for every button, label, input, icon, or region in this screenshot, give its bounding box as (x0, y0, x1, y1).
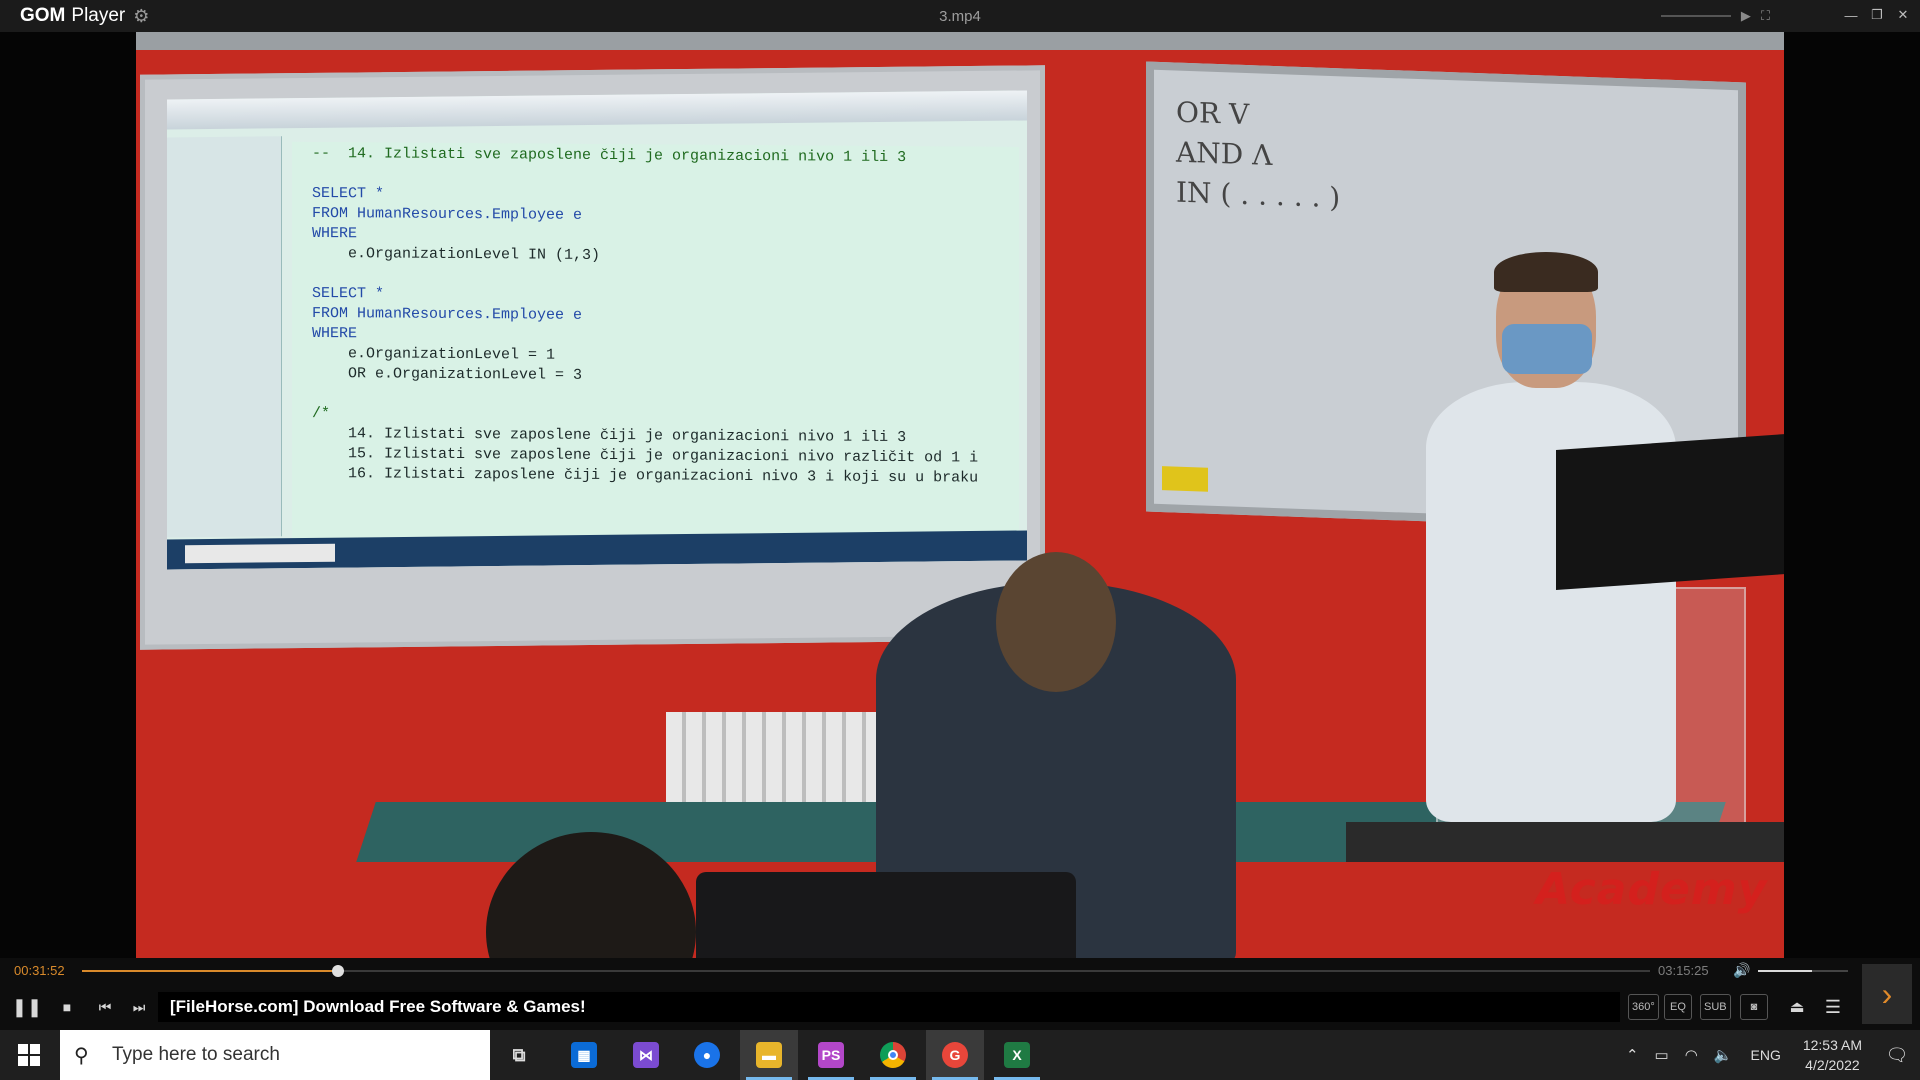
task-view-button[interactable]: ⧉ (490, 1030, 548, 1080)
previous-button[interactable]: ⏮ (92, 994, 118, 1020)
chevron-up-icon[interactable]: ⌃ (1626, 1046, 1639, 1064)
mini-fullscreen-icon[interactable]: ⛶ (1761, 8, 1770, 24)
restore-button[interactable]: ❐ (1866, 4, 1888, 26)
ssms-object-explorer (167, 136, 282, 538)
language-indicator[interactable]: ENG (1751, 1047, 1781, 1063)
taskbar-phpstorm[interactable]: PS (802, 1030, 860, 1080)
taskbar-store[interactable]: ▦ (555, 1030, 613, 1080)
taskbar-gom-player[interactable]: G (926, 1030, 984, 1080)
windows-logo-icon (18, 1044, 40, 1066)
equalizer-button[interactable]: EQ (1664, 994, 1692, 1020)
maps-icon: ● (694, 1042, 720, 1068)
visual-studio-icon: ⋈ (633, 1042, 659, 1068)
whiteboard-line: IN ( . . . . . ) (1176, 175, 1341, 215)
vr360-button[interactable]: 360° (1628, 994, 1659, 1020)
taskbar-excel[interactable]: X (988, 1030, 1046, 1080)
whiteboard-line: AND Λ (1176, 135, 1273, 172)
projected-ssms-window: -- 14. Izlistati sve zaposlene čiji je o… (167, 90, 1027, 570)
windows-taskbar: ⚲ Type here to search ⧉ ▦ ⋈ ● ▬ PS G X ⌃… (0, 1030, 1920, 1080)
logo-text-gom: GOM (20, 5, 66, 26)
excel-icon: X (1004, 1042, 1030, 1068)
mini-playback-controls[interactable]: ▶ ⛶ (1660, 8, 1770, 24)
gom-player-icon: G (942, 1042, 968, 1068)
seek-row: 00:31:52 03:15:25 🔊 (0, 958, 1920, 984)
clock-date: 4/2/2022 (1805, 1057, 1860, 1073)
seek-bar[interactable] (82, 965, 1650, 977)
clock[interactable]: 12:53 AM 4/2/2022 (1803, 1035, 1862, 1075)
speaker-icon[interactable]: 🔈 (1714, 1046, 1733, 1064)
stop-button[interactable]: ■ (54, 994, 80, 1020)
whiteboard-eraser (1162, 466, 1208, 492)
chrome-icon (880, 1042, 906, 1068)
window-title: 3.mp4 (939, 7, 981, 25)
menu-icon[interactable]: ☰ (1820, 994, 1846, 1020)
teacher-laptop (1556, 433, 1784, 591)
control-row: ❚❚ ■ ⏮ ⏭ [FileHorse.com] Download Free S… (0, 984, 1920, 1030)
whiteboard-line: OR V (1176, 95, 1250, 132)
close-button[interactable]: ✕ (1892, 4, 1914, 26)
seek-thumb[interactable] (331, 965, 344, 977)
logo-text-player: Player (71, 5, 126, 26)
mini-seek-bar[interactable] (1660, 15, 1731, 17)
teacher-mask (1502, 324, 1592, 374)
teacher-desk (1346, 822, 1784, 862)
volume-level (1758, 970, 1812, 972)
total-time: 03:15:25 (1658, 963, 1709, 978)
folder-icon: ▬ (756, 1042, 782, 1068)
taskbar-visual-studio[interactable]: ⋈ (617, 1030, 675, 1080)
playlist-expand-button[interactable]: › (1862, 964, 1912, 1024)
chair (696, 872, 1076, 958)
eject-icon[interactable]: ⏏ (1784, 994, 1810, 1020)
projected-search-box (185, 543, 335, 564)
volume-icon[interactable]: 🔊 (1733, 962, 1750, 979)
start-button[interactable] (0, 1030, 58, 1080)
ssms-toolbar (167, 90, 1027, 130)
notification-icon[interactable]: 🗨 (1874, 1045, 1920, 1066)
gear-icon[interactable]: ⚙ (133, 6, 149, 27)
video-area[interactable]: -- 14. Izlistati sve zaposlene čiji je o… (0, 32, 1920, 958)
seek-bar-progress (82, 970, 338, 972)
system-tray: ⌃ ▭ ◠ 🔈 ENG 12:53 AM 4/2/2022 🗨 (1618, 1030, 1920, 1080)
task-view-icon: ⧉ (512, 1044, 526, 1065)
taskbar-search[interactable]: ⚲ Type here to search (60, 1030, 490, 1080)
title-bar[interactable]: GOM Player ⚙ 3.mp4 ▶ ⛶ — ❐ ✕ (0, 0, 1920, 32)
minimize-button[interactable]: — (1840, 4, 1862, 26)
window-controls: — ❐ ✕ (1840, 4, 1914, 26)
search-placeholder: Type here to search (112, 1044, 280, 1065)
teacher-hair (1494, 252, 1598, 292)
clock-time: 12:53 AM (1802, 1037, 1862, 1053)
taskbar-maps[interactable]: ● (678, 1030, 736, 1080)
phpstorm-icon: PS (818, 1042, 844, 1068)
ad-banner[interactable]: [FileHorse.com] Download Free Software &… (158, 992, 1620, 1022)
taskbar-file-explorer[interactable]: ▬ (740, 1030, 798, 1080)
sql-code-editor: -- 14. Izlistati sve zaposlene čiji je o… (292, 141, 1019, 547)
battery-icon[interactable]: ▭ (1655, 1046, 1669, 1064)
gom-player-logo[interactable]: GOM Player (20, 5, 125, 27)
pause-button[interactable]: ❚❚ (12, 994, 42, 1020)
search-icon: ⚲ (74, 1044, 89, 1067)
wifi-icon[interactable]: ◠ (1685, 1046, 1698, 1064)
next-button[interactable]: ⏭ (126, 994, 152, 1020)
whiteboard-text: OR V AND Λ IN ( . . . . . ) (1176, 93, 1340, 219)
volume-slider[interactable] (1758, 970, 1848, 972)
elapsed-time: 00:31:52 (14, 963, 65, 978)
mini-play-icon[interactable]: ▶ (1741, 8, 1751, 24)
camera-icon[interactable]: ◙ (1740, 994, 1768, 1020)
subtitle-button[interactable]: SUB (1700, 994, 1731, 1020)
projection-screen: -- 14. Izlistati sve zaposlene čiji je o… (140, 65, 1045, 650)
taskbar-chrome[interactable] (864, 1030, 922, 1080)
video-frame: -- 14. Izlistati sve zaposlene čiji je o… (136, 32, 1784, 958)
store-icon: ▦ (571, 1042, 597, 1068)
student-head (996, 552, 1116, 692)
code-line: 16. Izlistati zaposlene čiji je organiza… (312, 464, 979, 487)
academy-watermark: Academy (1536, 864, 1768, 915)
ceiling (136, 32, 1784, 50)
